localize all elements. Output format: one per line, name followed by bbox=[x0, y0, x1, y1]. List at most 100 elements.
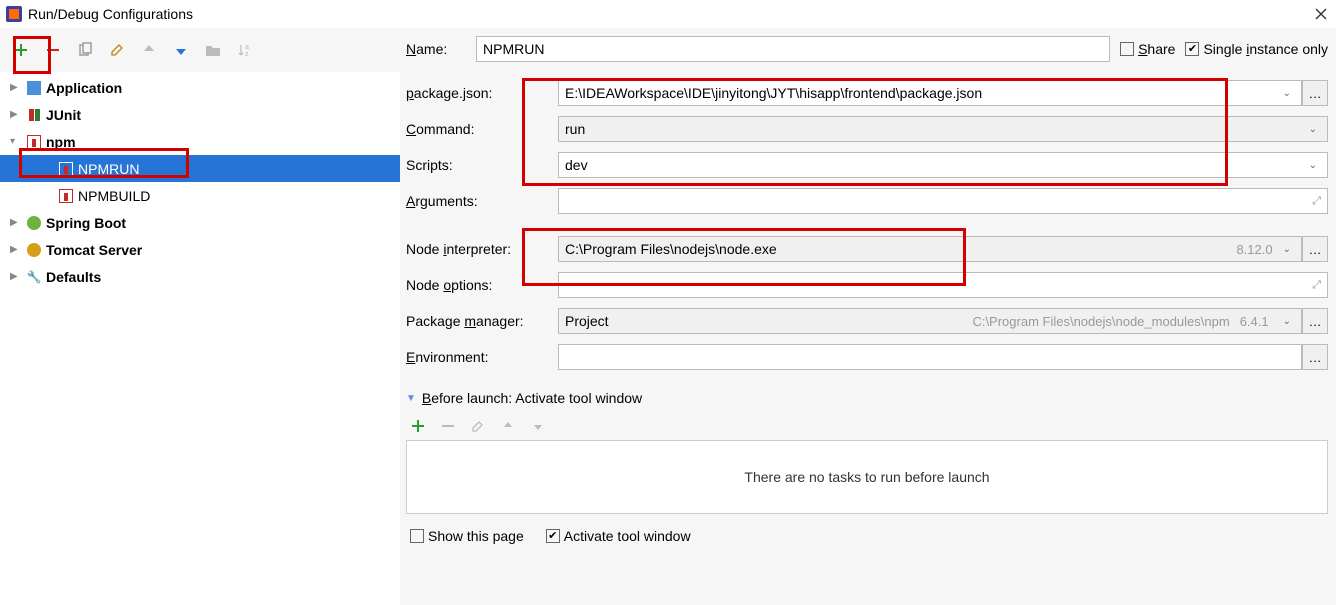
chevron-down-icon: ⌄ bbox=[1279, 244, 1295, 255]
node-interpreter-select[interactable]: C:\Program Files\nodejs\node.exe 8.12.0⌄ bbox=[558, 236, 1302, 262]
move-down-button[interactable] bbox=[172, 41, 190, 59]
task-up-button[interactable] bbox=[500, 418, 516, 434]
environment-label: Environment: bbox=[406, 349, 558, 365]
spring-icon bbox=[26, 215, 42, 231]
checkbox-unchecked-icon bbox=[1120, 42, 1134, 56]
scripts-label: Scripts: bbox=[406, 157, 558, 173]
chevron-down-icon: ⌄ bbox=[1279, 316, 1295, 327]
collapse-triangle-icon: ▼ bbox=[406, 393, 416, 404]
name-label: Name: bbox=[406, 41, 466, 57]
checkbox-checked-icon: ✔ bbox=[546, 529, 560, 543]
environment-input[interactable] bbox=[558, 344, 1302, 370]
node-options-input[interactable]: ⤢ bbox=[558, 272, 1328, 298]
name-row: Name: Share ✔ Single instance only bbox=[406, 36, 1328, 62]
before-launch-section: ▼ Before launch: Activate tool window Th… bbox=[406, 390, 1328, 544]
browse-package-json-button[interactable]: … bbox=[1302, 80, 1328, 106]
npm-icon bbox=[26, 134, 42, 150]
window-title: Run/Debug Configurations bbox=[28, 6, 1312, 22]
svg-text:z: z bbox=[245, 51, 249, 58]
tree-node-junit[interactable]: ▶ JUnit bbox=[0, 101, 400, 128]
package-json-label: package.json: bbox=[406, 85, 558, 101]
show-this-page-label: Show this page bbox=[428, 528, 524, 544]
before-launch-header[interactable]: ▼ Before launch: Activate tool window bbox=[406, 390, 1328, 406]
move-up-button[interactable] bbox=[140, 41, 158, 59]
chevron-right-icon: ▶ bbox=[10, 217, 22, 228]
chevron-right-icon: ▶ bbox=[10, 244, 22, 255]
before-launch-toolbar bbox=[406, 412, 1328, 440]
tree-label: NPMBUILD bbox=[78, 188, 150, 204]
checkbox-unchecked-icon bbox=[410, 529, 424, 543]
scripts-select[interactable]: dev⌄ bbox=[558, 152, 1328, 178]
add-config-button[interactable] bbox=[12, 41, 30, 59]
empty-tasks-text: There are no tasks to run before launch bbox=[744, 469, 989, 485]
package-manager-select[interactable]: Project C:\Program Files\nodejs\node_mod… bbox=[558, 308, 1302, 334]
show-this-page-checkbox[interactable]: Show this page bbox=[410, 528, 524, 544]
command-label: Command: bbox=[406, 121, 558, 137]
command-select[interactable]: run⌄ bbox=[558, 116, 1328, 142]
tree-label: Application bbox=[46, 80, 122, 96]
activate-tool-window-label: Activate tool window bbox=[564, 528, 691, 544]
tree-node-tomcat[interactable]: ▶ Tomcat Server bbox=[0, 236, 400, 263]
folder-button[interactable] bbox=[204, 41, 222, 59]
activate-tool-window-checkbox[interactable]: ✔ Activate tool window bbox=[546, 528, 691, 544]
edit-task-button[interactable] bbox=[470, 418, 486, 434]
tree-node-npmbuild[interactable]: NPMBUILD bbox=[0, 182, 400, 209]
chevron-down-icon: ▾ bbox=[10, 136, 22, 147]
tree-node-npm[interactable]: ▾ npm bbox=[0, 128, 400, 155]
main-split: az ▶ Application ▶ JUnit ▾ npm NPMRUN bbox=[0, 28, 1336, 605]
npm-icon bbox=[58, 188, 74, 204]
expand-icon[interactable]: ⤢ bbox=[1312, 279, 1321, 292]
tree-node-application[interactable]: ▶ Application bbox=[0, 74, 400, 101]
before-launch-title: Before launch: Activate tool window bbox=[422, 390, 642, 406]
left-panel: az ▶ Application ▶ JUnit ▾ npm NPMRUN bbox=[0, 28, 400, 605]
add-task-button[interactable] bbox=[410, 418, 426, 434]
chevron-down-icon: ⌄ bbox=[1279, 88, 1295, 99]
expand-icon[interactable]: ⤢ bbox=[1312, 195, 1321, 208]
tree-node-npmrun[interactable]: NPMRUN bbox=[0, 155, 400, 182]
tomcat-icon bbox=[26, 242, 42, 258]
wrench-icon: 🔧 bbox=[26, 269, 42, 285]
npm-icon bbox=[58, 161, 74, 177]
tree-node-defaults[interactable]: ▶ 🔧 Defaults bbox=[0, 263, 400, 290]
task-down-button[interactable] bbox=[530, 418, 546, 434]
tree-label: Tomcat Server bbox=[46, 242, 142, 258]
chevron-down-icon: ⌄ bbox=[1305, 160, 1321, 171]
share-checkbox[interactable]: Share bbox=[1120, 41, 1175, 57]
single-instance-checkbox[interactable]: ✔ Single instance only bbox=[1185, 41, 1328, 57]
name-input[interactable] bbox=[476, 36, 1110, 62]
close-button[interactable] bbox=[1312, 5, 1330, 23]
tree-label: Defaults bbox=[46, 269, 101, 285]
single-instance-label: Single instance only bbox=[1203, 41, 1328, 57]
chevron-down-icon: ⌄ bbox=[1305, 124, 1321, 135]
tree-label: Spring Boot bbox=[46, 215, 126, 231]
sort-button[interactable]: az bbox=[236, 41, 254, 59]
titlebar: Run/Debug Configurations bbox=[0, 0, 1336, 28]
node-options-label: Node options: bbox=[406, 277, 558, 293]
chevron-right-icon: ▶ bbox=[10, 271, 22, 282]
tree-label: JUnit bbox=[46, 107, 81, 123]
right-panel: Name: Share ✔ Single instance only packa… bbox=[400, 28, 1336, 605]
remove-task-button[interactable] bbox=[440, 418, 456, 434]
app-icon bbox=[6, 6, 22, 22]
package-json-input[interactable]: E:\IDEAWorkspace\IDE\jinyitong\JYT\hisap… bbox=[558, 80, 1302, 106]
remove-config-button[interactable] bbox=[44, 41, 62, 59]
tree-node-springboot[interactable]: ▶ Spring Boot bbox=[0, 209, 400, 236]
node-interpreter-label: Node interpreter: bbox=[406, 241, 558, 257]
config-tree[interactable]: ▶ Application ▶ JUnit ▾ npm NPMRUN NPMBU… bbox=[0, 72, 400, 605]
before-launch-tasklist[interactable]: There are no tasks to run before launch bbox=[406, 440, 1328, 514]
arguments-input[interactable]: ⤢ bbox=[558, 188, 1328, 214]
chevron-right-icon: ▶ bbox=[10, 82, 22, 93]
config-toolbar: az bbox=[0, 28, 400, 72]
browse-node-button[interactable]: … bbox=[1302, 236, 1328, 262]
tree-label: npm bbox=[46, 134, 76, 150]
npm-config-form: package.json: E:\IDEAWorkspace\IDE\jinyi… bbox=[406, 80, 1328, 370]
arguments-label: Arguments: bbox=[406, 193, 558, 209]
package-manager-label: Package manager: bbox=[406, 313, 558, 329]
share-label: Share bbox=[1138, 41, 1175, 57]
browse-pkg-mgr-button[interactable]: … bbox=[1302, 308, 1328, 334]
tree-label: NPMRUN bbox=[78, 161, 139, 177]
browse-env-button[interactable]: … bbox=[1302, 344, 1328, 370]
edit-defaults-button[interactable] bbox=[108, 41, 126, 59]
copy-config-button[interactable] bbox=[76, 41, 94, 59]
chevron-right-icon: ▶ bbox=[10, 109, 22, 120]
